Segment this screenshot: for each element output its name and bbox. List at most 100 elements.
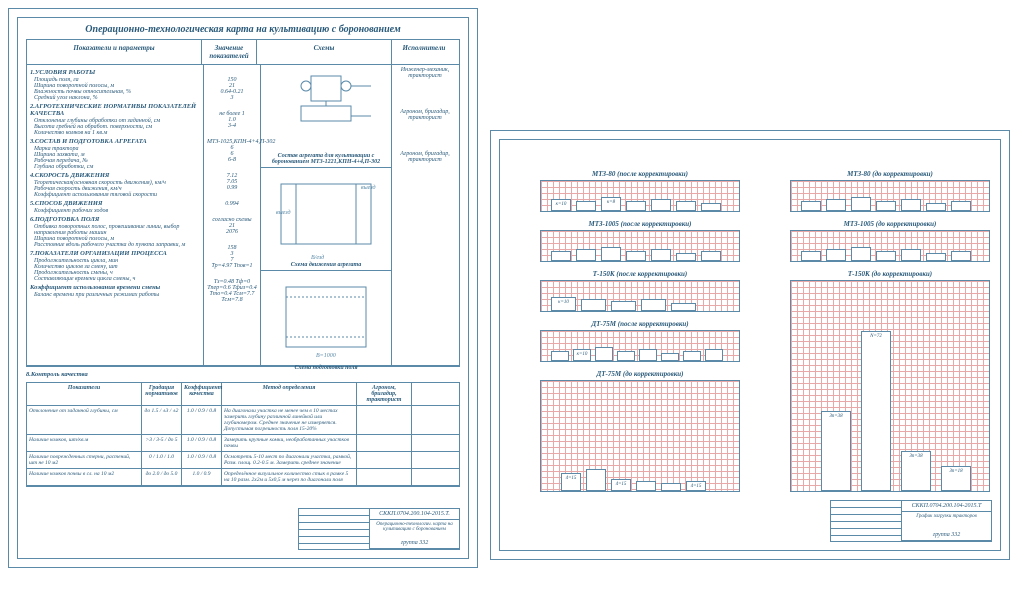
chart-bar — [801, 201, 821, 211]
movement-diagram: выезд выезд B/езд — [261, 168, 391, 270]
qc-h1: Показатели — [27, 383, 142, 405]
bar-label: к=10 — [552, 202, 570, 207]
param-name: Количество комков на 1 кв.м — [34, 130, 200, 136]
chart-bar — [851, 197, 871, 211]
chart-bar — [636, 481, 656, 491]
section-head: 5.СПОСОБ ДВИЖЕНИЯ — [30, 200, 200, 207]
chart-grid — [540, 230, 740, 262]
bar-label: к=10 — [574, 352, 590, 357]
frame: Операционно-технологическая карта на кул… — [17, 17, 469, 559]
qc-h5: Агроном, бригадир, тракторист — [357, 383, 412, 405]
chart-bar: N=72 — [861, 331, 891, 491]
chart-bar — [551, 351, 569, 361]
exec-value: Агроном, бригадир, тракторист — [395, 109, 455, 121]
main-table: Показатели и параметры Значение показате… — [26, 39, 460, 367]
stamp-group-1: группа 332 — [370, 538, 459, 549]
chart-bar: 4=15 — [686, 481, 706, 491]
stamp-sign-grid — [299, 509, 370, 549]
chart-grid: Зп=38 N=72 Зп=38 Зп=18 — [790, 280, 990, 492]
chart-bar: 4=15 — [561, 473, 581, 491]
chart-bar — [801, 251, 821, 261]
chart-bar: 4=15 — [611, 479, 631, 491]
chart-bar: Зп=38 — [901, 451, 931, 491]
chart-title: МТЗ-80 (после корректировки) — [540, 170, 740, 178]
section-head: 1.УСЛОВИЯ РАБОТЫ — [30, 69, 200, 76]
chart-bar — [826, 249, 846, 261]
param-value: 6-8 — [207, 157, 257, 163]
qc-cell: Отклонение от заданной глубины, см — [27, 406, 142, 434]
bar-label: 4=15 — [612, 482, 630, 487]
chart-block: Т-150К (до корректировки)Зп=38N=72Зп=38З… — [790, 270, 990, 492]
chart-bar — [676, 253, 696, 261]
qc-h4: Метод определения — [222, 383, 357, 405]
exec-column: Инженер-механик, трактористАгроном, бриг… — [392, 65, 458, 365]
stamp-name-2: График загрузки тракторов — [902, 512, 991, 530]
qc-cell: Наличие комков почвы в сл. на 10 м2 — [27, 469, 142, 485]
chart-bar — [826, 199, 846, 211]
section-head: 2.АГРОТЕХНИЧЕСКИЕ НОРМАТИВЫ ПОКАЗАТЕЛЕЙ … — [30, 103, 200, 117]
qc-row: Наличие комков почвы в сл. на 10 м2до 2.… — [27, 469, 459, 486]
stamp-group-2: группа 332 — [902, 530, 991, 541]
table-body: 1.УСЛОВИЯ РАБОТЫПлощадь поля, гаШирина п… — [27, 65, 459, 366]
scheme-aggregate: Состав агрегата для культивации с бороно… — [261, 65, 391, 168]
chart-block: ДТ-75М (после корректировки)к=10 — [540, 320, 740, 362]
param-value: Тз=0.48 Тф=0 Тпер=0.6 Тфиз=0.4 Тто=0.4 Т… — [207, 279, 257, 303]
qc-cell: 1.0 / 0.9 / 0.8 — [182, 435, 222, 451]
qc-cell: >3 / 3-5 / до 5 — [142, 435, 182, 451]
chart-bar: к=10 — [551, 199, 571, 211]
chart-bar — [595, 347, 613, 361]
chart-bar — [586, 469, 606, 491]
param-value: 3-4 — [207, 123, 257, 129]
chart-bar — [661, 353, 679, 361]
hdr-scheme: Схемы — [257, 40, 392, 64]
chart-bar: к=10 — [573, 349, 591, 361]
scheme-label-top: Состав агрегата для культивации с бороно… — [261, 153, 391, 165]
qc-row: Отклонение от заданной глубины, смдо 1.5… — [27, 406, 459, 435]
bar-label: Зп=18 — [942, 469, 970, 474]
qc-cell: Наличие поврежденных стерни, растений, ш… — [27, 452, 142, 468]
qc-table: Показатели Градация нормативов Коэффицие… — [26, 382, 460, 487]
stamp-right: СККП.0704.200.104-2015.Т. Операционно-те… — [370, 509, 459, 549]
param-name: Средний угол наклона, % — [34, 95, 200, 101]
chart-block: МТЗ-1005 (до корректировки) — [790, 220, 990, 262]
chart-grid: к=10к=8 — [540, 180, 740, 212]
chart-block: Т-150К (после корректировки) к=10 — [540, 270, 740, 312]
scheme-field-prep: B=1000 Схема подготовки поля — [261, 271, 391, 373]
qc-header: Показатели Градация нормативов Коэффицие… — [27, 383, 459, 406]
qc-cell: 1.0 / 0.9 — [182, 469, 222, 485]
svg-text:выезд: выезд — [361, 184, 376, 191]
bar-label: 4=15 — [562, 476, 580, 481]
param-value: 3 — [207, 95, 257, 101]
qc-cell: 1.0 / 0.9 / 0.8 — [182, 452, 222, 468]
chart-title: Т-150К (после корректировки) — [540, 270, 740, 278]
chart-bar — [876, 201, 896, 211]
qc-row: Наличие комков, шт/кв.м>3 / 3-5 / до 51.… — [27, 435, 459, 452]
chart-bar: Зп=38 — [821, 411, 851, 491]
chart-bar — [926, 253, 946, 261]
stamp-sign-grid-2 — [831, 501, 902, 541]
chart-bar — [683, 351, 701, 361]
svg-text:B/езд: B/езд — [311, 254, 324, 261]
chart-bar — [651, 199, 671, 211]
section-head: 7.ПОКАЗАТЕЛИ ОРГАНИЗАЦИИ ПРОЦЕССА — [30, 250, 200, 257]
value-column: 150210.64-0.213 не более 11.03-4 МТЗ-102… — [204, 65, 261, 365]
chart-bar: к=10 — [551, 297, 576, 311]
param-name: Коэффициент рабочих ходов — [34, 208, 200, 214]
qc-cell: 0 / 1.0 / 1.0 — [142, 452, 182, 468]
chart-bar — [901, 249, 921, 261]
qc-body: Отклонение от заданной глубины, смдо 1.5… — [27, 406, 459, 486]
param-column: 1.УСЛОВИЯ РАБОТЫПлощадь поля, гаШирина п… — [27, 65, 204, 365]
chart-bar — [701, 203, 721, 211]
stamp-name-1: Операционно-технологич. карта на культив… — [370, 520, 459, 538]
section-head: 6.ПОДГОТОВКА ПОЛЯ — [30, 216, 200, 223]
drawing-sheet-2: СККП.0704.200.104-2015.Т График загрузки… — [490, 130, 1010, 560]
aggregate-diagram — [261, 65, 391, 167]
qc-h2: Градация нормативов — [142, 383, 182, 405]
stamp-code-1: СККП.0704.200.104-2015.Т. — [370, 509, 459, 520]
chart-bar — [626, 201, 646, 211]
chart-grid — [790, 180, 990, 212]
chart-bar — [701, 251, 721, 261]
chart-bar — [951, 201, 971, 211]
chart-bar — [626, 251, 646, 261]
chart-grid: к=10 — [540, 330, 740, 362]
